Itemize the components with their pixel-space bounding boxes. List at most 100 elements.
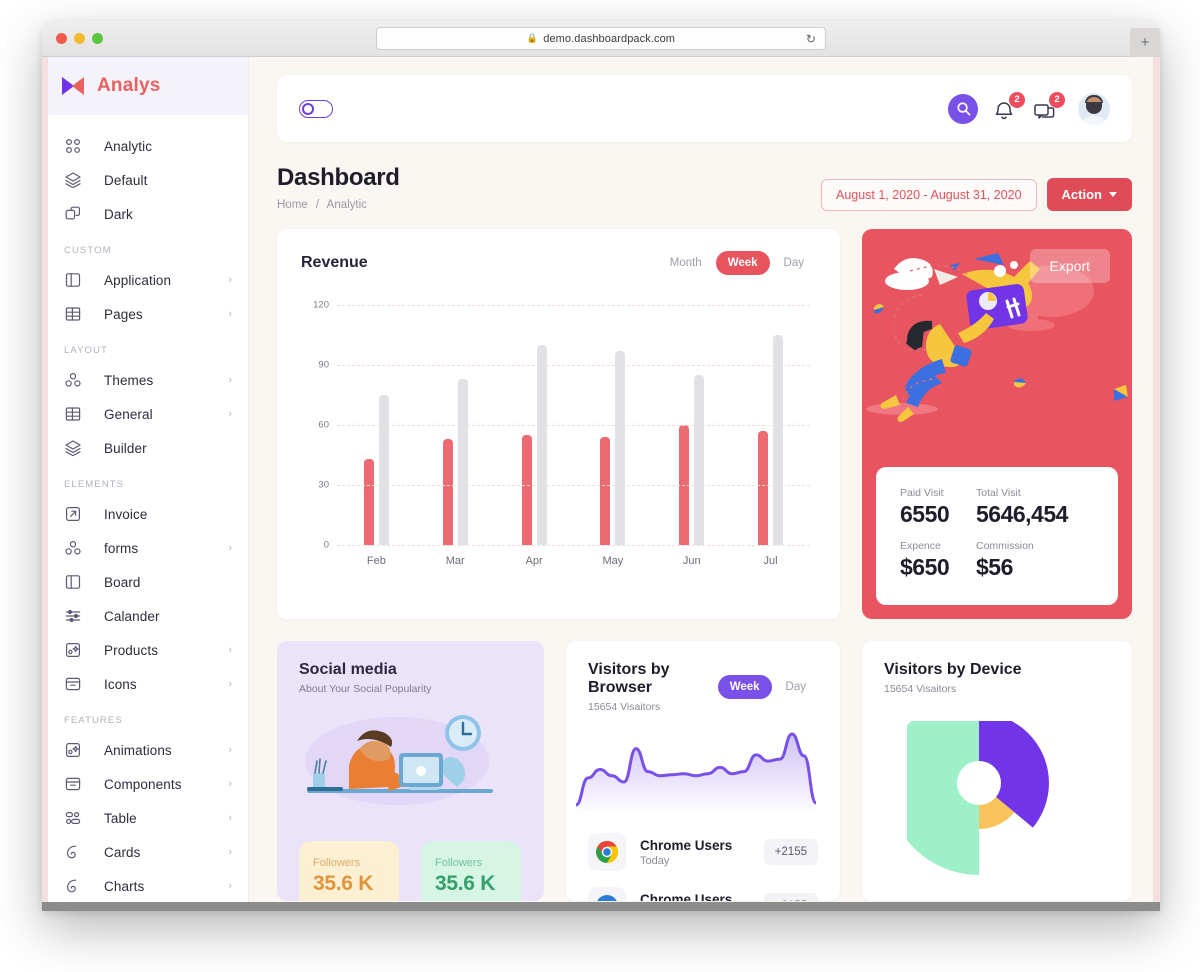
gridline [337, 365, 810, 366]
visitors-browser-header: Visitors by Browser 15654 Visaitors Week… [588, 661, 818, 713]
atom-icon [64, 371, 82, 389]
x-tick-label: Mar [445, 555, 465, 567]
segment-month[interactable]: Month [658, 251, 714, 275]
segment-week[interactable]: Week [717, 675, 772, 699]
sidebar-item-label: Charts [104, 878, 145, 894]
sidebar-item-label: Board [104, 574, 141, 590]
desk-illustration [305, 715, 493, 805]
browser-row-when: Today [640, 854, 670, 867]
brand-logo[interactable]: Analys [42, 57, 248, 115]
sidebar-item-default[interactable]: Default [42, 163, 248, 197]
notifications-button[interactable]: 2 [994, 91, 1025, 122]
sidebar-item-analytic[interactable]: Analytic [42, 129, 248, 163]
export-button[interactable]: Export [1029, 249, 1110, 283]
sidebar-item-label: Builder [104, 440, 147, 456]
sidebar-item-table[interactable]: Table › [42, 801, 248, 835]
x-tick-label: May [602, 555, 624, 567]
visitors-device-title: Visitors by Device [884, 661, 1022, 678]
sidebar-group-elements: ELEMENTS [64, 479, 125, 490]
breadcrumb: Home / Analytic [277, 199, 400, 211]
sidebar-item-products[interactable]: Products › [42, 633, 248, 667]
sidebar-item-charts[interactable]: Charts › [42, 869, 248, 903]
search-button[interactable] [948, 93, 978, 124]
chevron-right-icon: › [228, 879, 232, 892]
sidebar-group-custom: CUSTOM [64, 245, 112, 256]
brand-name: Analys [97, 75, 161, 96]
sidebar-item-label: Application [104, 272, 172, 288]
browser-row-chrome[interactable]: Chrome Users Today +2155 [588, 833, 818, 871]
revenue-y-axis: 0 30 60 90 120 [301, 300, 329, 551]
stat-row: Paid Visit Total Visit 6550 5646,454 [900, 487, 1094, 528]
y-tick-label: 0 [323, 539, 329, 551]
sidebar-icon [64, 573, 82, 591]
segment-day[interactable]: Day [772, 251, 816, 275]
sidebar-item-application[interactable]: Application › [42, 263, 248, 297]
lock-icon: 🔒 [526, 33, 539, 43]
layers-icon [64, 171, 82, 189]
sidebar-item-icons[interactable]: Icons › [42, 667, 248, 701]
sidebar-item-label: Pages [104, 306, 143, 322]
maximize-window-button[interactable] [92, 33, 103, 44]
follower-value: 35.6 K [313, 872, 374, 895]
chevron-right-icon: › [228, 743, 232, 756]
sidebar-item-forms[interactable]: forms › [42, 531, 248, 565]
visitors-sparkline [576, 732, 816, 811]
chevron-right-icon: › [228, 307, 232, 320]
bar-group [495, 345, 574, 545]
date-range-picker[interactable]: August 1, 2020 - August 31, 2020 [820, 178, 1037, 211]
segment-day[interactable]: Day [774, 675, 818, 699]
sidebar-item-label: General [104, 406, 153, 422]
sidebar-item-invoice[interactable]: Invoice [42, 497, 248, 531]
y-tick-label: 60 [318, 419, 329, 431]
page-header: Dashboard Home / Analytic August 1, 2020… [277, 164, 1132, 211]
chevron-right-icon: › [228, 845, 232, 858]
visitors-device-subtitle: 15654 Visaitors [884, 683, 957, 695]
sidebar-item-label: Calander [104, 608, 160, 624]
sidebar-collapse-toggle[interactable] [299, 99, 333, 118]
sidebar-item-calander[interactable]: Calander [42, 599, 248, 633]
sidebar-item-board[interactable]: Board [42, 565, 248, 599]
browser-row-second[interactable]: Chrome Users Today +2155 [588, 887, 818, 901]
avatar[interactable] [1078, 92, 1110, 125]
stat-value: 6550 [900, 501, 950, 527]
grid-dots-icon [64, 137, 82, 155]
chevron-right-icon: › [228, 677, 232, 690]
minimize-window-button[interactable] [74, 33, 85, 44]
dashboard-row-2: Social media About Your Social Popularit… [277, 641, 1132, 901]
sidebar-item-dark[interactable]: Dark [42, 197, 248, 231]
stat-value: $56 [976, 554, 1013, 580]
messages-button[interactable]: 2 [1034, 91, 1065, 122]
main-content: 2 2 Dashboard Home / Analytic August 1, … [249, 57, 1160, 911]
address-bar[interactable]: 🔒 demo.dashboardpack.com ↻ [376, 27, 826, 50]
page-title: Dashboard [277, 164, 400, 191]
sidebar-item-pages[interactable]: Pages › [42, 297, 248, 331]
chevron-right-icon: › [228, 811, 232, 824]
sidebar-item-cards[interactable]: Cards › [42, 835, 248, 869]
x-tick-label: Jun [682, 555, 701, 567]
sidebar-item-animations[interactable]: Animations › [42, 733, 248, 767]
search-icon [956, 102, 970, 116]
revenue-range-segments: Month Week Day [658, 251, 816, 275]
new-tab-button[interactable]: + [1130, 28, 1160, 57]
close-window-button[interactable] [56, 33, 67, 44]
sidebar-item-builder[interactable]: Builder [42, 431, 248, 465]
x-tick-label: Feb [366, 555, 386, 567]
bar-group [337, 395, 416, 545]
stat-row: Expence Commission $650 $56 [900, 540, 1094, 581]
sidebar-item-themes[interactable]: Themes › [42, 363, 248, 397]
browser-row-name: Chrome Users [640, 891, 733, 902]
sidebar-item-components[interactable]: Components › [42, 767, 248, 801]
page-bottom-scrollbar[interactable] [42, 902, 1160, 911]
edge-icon [588, 887, 626, 901]
breadcrumb-home[interactable]: Home [277, 199, 308, 211]
action-button[interactable]: Action [1046, 178, 1132, 211]
bar-revenue-apr [521, 435, 532, 545]
sidebar-item-general[interactable]: General › [42, 397, 248, 431]
sidebar-item-label: Invoice [104, 506, 148, 522]
sidebar-item-label: Analytic [104, 138, 153, 154]
spiral-icon [64, 877, 82, 895]
gridline [337, 485, 810, 486]
segment-week[interactable]: Week [715, 251, 770, 275]
reload-icon[interactable]: ↻ [806, 31, 816, 47]
chevron-right-icon: › [228, 643, 232, 656]
